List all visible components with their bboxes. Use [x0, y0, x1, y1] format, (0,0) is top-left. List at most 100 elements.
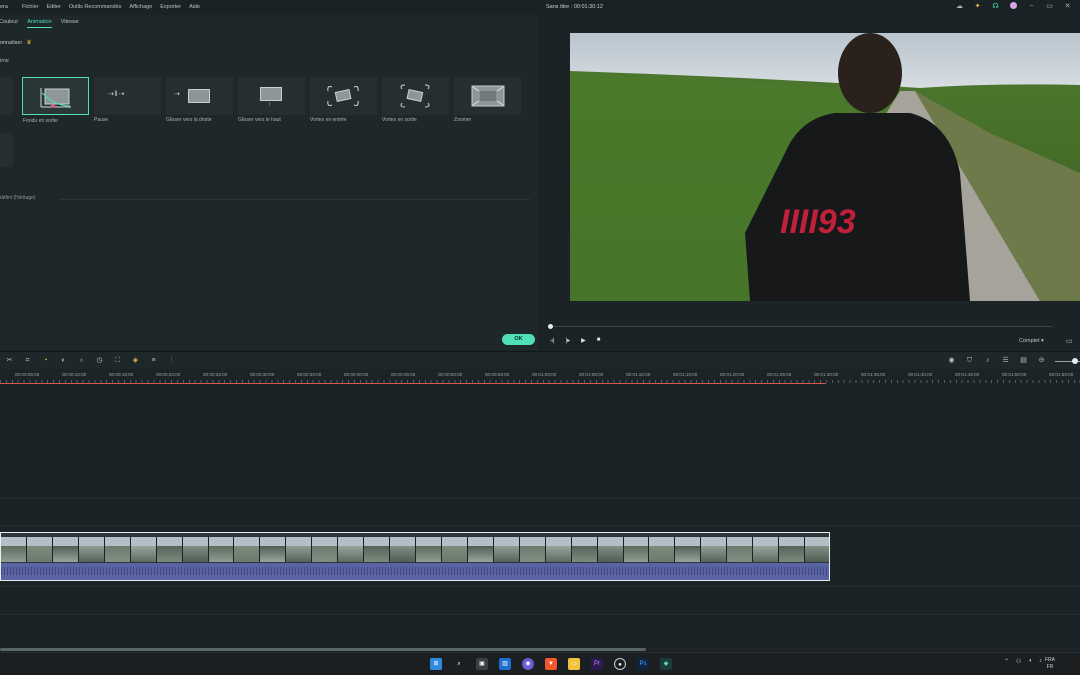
tab-color[interactable]: Couleur	[0, 17, 18, 31]
brave-icon[interactable]: ▼	[545, 658, 557, 670]
video-preview[interactable]: IIII93	[570, 33, 1080, 301]
mic-icon[interactable]: ♪	[983, 356, 992, 365]
up-arrow-icon: ↑	[268, 102, 271, 108]
step-icon[interactable]: |▸	[566, 337, 571, 344]
timeline-tracks[interactable]	[0, 385, 1080, 645]
rewind-icon[interactable]: ◃|	[550, 337, 555, 344]
menu-export[interactable]: Exporter	[160, 4, 181, 10]
stop-icon[interactable]: ■	[597, 337, 601, 344]
bulb-icon[interactable]: ✦	[973, 2, 982, 11]
adjust-icon[interactable]: ≡	[149, 356, 158, 365]
timeline-zoom-handle[interactable]	[1072, 358, 1078, 364]
clip-thumbnail	[519, 537, 546, 562]
mic-tray-icon[interactable]: ♪	[1039, 658, 1042, 665]
clip-thumbnail	[779, 537, 806, 562]
keyframe-icon[interactable]: ◈	[131, 356, 140, 365]
network-icon[interactable]: ⚇	[1016, 658, 1021, 665]
zoom-icon	[471, 85, 505, 107]
animation-vortex-in[interactable]: Vortex en entrée	[310, 77, 377, 123]
animation-partial[interactable]	[0, 77, 13, 115]
chat-icon[interactable]: ◉	[522, 658, 534, 670]
explorer-icon[interactable]: ▭	[568, 658, 580, 670]
clip-thumbnail	[701, 537, 728, 562]
search-icon[interactable]: ⌕	[453, 658, 465, 670]
clip-thumbnail	[286, 537, 313, 562]
timeline-scrollbar[interactable]	[0, 648, 646, 651]
play-icon[interactable]: ▶	[581, 337, 586, 344]
monitor-icon[interactable]: ▭	[1066, 337, 1073, 345]
ruler-label: 00:01:05:00	[579, 372, 604, 377]
fit-icon[interactable]: ⛶	[113, 356, 122, 365]
track-separator	[0, 525, 1080, 526]
clip-thumbnail	[441, 537, 468, 562]
clip-thumbnail	[156, 537, 183, 562]
obs-icon[interactable]: ●	[614, 658, 626, 670]
render-icon[interactable]: ◉	[947, 356, 956, 365]
tab-animation[interactable]: Animation	[27, 17, 52, 28]
ruler-label: 00:00:50:00	[438, 372, 463, 377]
premiere-icon[interactable]: Pr	[591, 658, 603, 670]
menu-view[interactable]: Affichage	[129, 4, 152, 10]
fade-out-icon	[40, 88, 71, 108]
animation-name: Pause	[94, 117, 109, 123]
language-indicator[interactable]: FRA FR	[1045, 657, 1055, 671]
section-divider	[60, 199, 530, 200]
volume-icon[interactable]: ◖	[1028, 658, 1032, 665]
task-view-icon[interactable]: ▣	[476, 658, 488, 670]
clip-thumbnail	[260, 537, 287, 562]
personalize-option[interactable]: onnaliser ♛	[0, 39, 32, 46]
ruler-label: 00:01:10:00	[626, 372, 651, 377]
widgets-icon[interactable]: ▥	[499, 658, 511, 670]
animation-slide-up[interactable]: ↑ Glisser vers le haut	[238, 77, 305, 123]
lang-region: FR	[1046, 664, 1054, 670]
ruler-label: 00:00:25:00	[203, 372, 228, 377]
subtitle-icon[interactable]: ☰	[1001, 356, 1010, 365]
audio-wave-icon[interactable]: ⫶	[167, 356, 176, 365]
speed-icon[interactable]: ◔	[41, 356, 50, 365]
ruler-label: 00:01:25:00	[767, 372, 792, 377]
quality-select[interactable]: Complet ▾	[1019, 338, 1044, 344]
personalize-label: onnaliser	[0, 40, 23, 46]
preview-seek-bar[interactable]	[550, 326, 1052, 327]
clip-thumbnail	[545, 537, 572, 562]
video-clip[interactable]	[0, 532, 830, 581]
windows-icon[interactable]: ⊞	[430, 658, 442, 670]
cut-icon[interactable]: ✂	[5, 356, 14, 365]
animation-zoom[interactable]: Zoomer	[454, 77, 521, 123]
ok-button[interactable]: OK	[502, 334, 535, 345]
cloud-icon[interactable]: ☁	[955, 2, 964, 11]
ruler-label: 00:00:45:00	[391, 372, 416, 377]
timeline-ruler[interactable]: 00:00:05:00 00:00:10:00 00:00:15:00 00:00:2…	[0, 369, 1080, 385]
animation-slide-right[interactable]: ⇢ Glisser vers la droite	[166, 77, 233, 123]
menu-edit[interactable]: Editer	[46, 4, 60, 10]
menu-file[interactable]: Fichier	[22, 4, 39, 10]
animation-fade-out[interactable]: Fondu en sortie	[22, 77, 89, 124]
minimize-icon[interactable]: −	[1027, 2, 1036, 11]
photoshop-icon[interactable]: Ps	[637, 658, 649, 670]
menu-help[interactable]: Aide	[189, 4, 200, 10]
crop-icon[interactable]: ⌗	[23, 356, 32, 365]
shield-icon[interactable]: ⛉	[965, 356, 974, 365]
caption-icon[interactable]: ▤	[1019, 356, 1028, 365]
menu-tools[interactable]: Outils Recommandés	[69, 4, 122, 10]
filmora-icon[interactable]: ◆	[660, 658, 672, 670]
clip-thumbnail	[753, 537, 780, 562]
maximize-icon[interactable]: ▭	[1045, 2, 1054, 11]
animation-partial-row2[interactable]	[0, 133, 13, 167]
timer-icon[interactable]: ◷	[95, 356, 104, 365]
clip-thumbnail	[1, 537, 27, 562]
audio-mixer-icon[interactable]: ♁	[77, 356, 86, 365]
avatar-icon[interactable]	[1009, 2, 1018, 11]
tab-speed[interactable]: Vitesse	[61, 17, 79, 31]
tray-expand-icon[interactable]: ⌃	[1004, 658, 1009, 665]
seek-handle[interactable]	[548, 324, 553, 329]
color-icon[interactable]: ◐	[59, 356, 68, 365]
zoom-out-icon[interactable]: ⊖	[1037, 356, 1046, 365]
close-icon[interactable]: ✕	[1063, 2, 1072, 11]
clip-thumbnail	[104, 537, 131, 562]
video-frame: IIII93	[570, 33, 1080, 301]
timeline-toolbar: ✂ ⌗ ◔ ◐ ♁ ◷ ⛶ ◈ ≡ ⫶ ◉ ⛉ ♪ ☰ ▤ ⊖	[0, 351, 1080, 369]
headset-icon[interactable]: ☊	[991, 2, 1000, 11]
animation-pause[interactable]: ⇢ ‖ ⇢ Pause	[94, 77, 161, 123]
animation-vortex-out[interactable]: Vortex en sortie	[382, 77, 449, 123]
